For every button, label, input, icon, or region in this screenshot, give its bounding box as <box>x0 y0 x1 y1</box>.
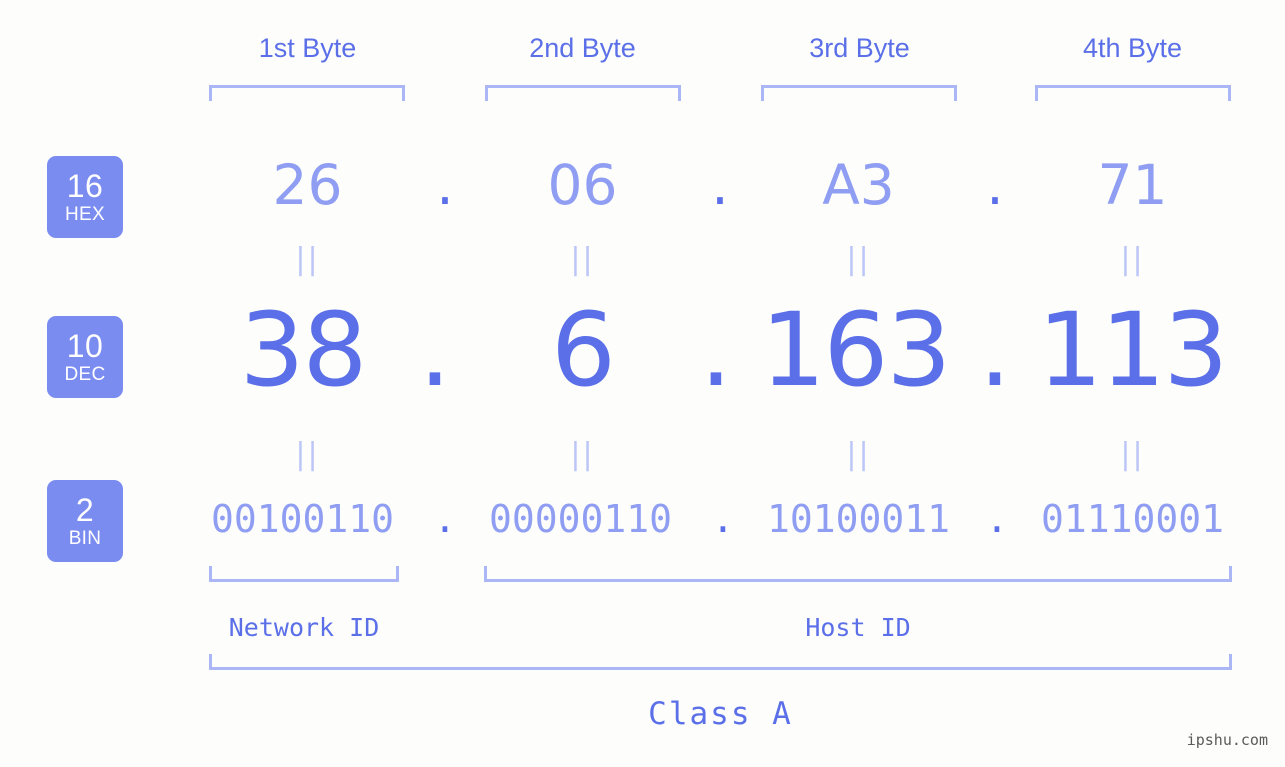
equality-mark-hex-dec-3: || <box>846 242 871 277</box>
radix-badge-dec-name: DEC <box>64 364 106 385</box>
equality-mark-hex-dec-2: || <box>570 242 595 277</box>
radix-badge-dec: 10 DEC <box>47 316 123 398</box>
dec-byte-1: 38 <box>239 291 368 410</box>
class-label: Class A <box>648 696 793 732</box>
equality-mark-dec-bin-1: || <box>295 437 320 472</box>
byte-bracket-3 <box>761 85 957 101</box>
hex-separator-2: . <box>711 153 729 217</box>
equality-mark-hex-dec-4: || <box>1120 242 1145 277</box>
hex-byte-2: 06 <box>547 153 618 217</box>
byte-bracket-4 <box>1035 85 1231 101</box>
bin-separator-1: . <box>433 497 457 541</box>
radix-badge-bin: 2 BIN <box>47 480 123 562</box>
dec-separator-1: . <box>418 291 452 410</box>
hex-byte-1: 26 <box>272 153 343 217</box>
radix-badge-hex-number: 16 <box>66 168 104 204</box>
equality-mark-dec-bin-4: || <box>1120 437 1145 472</box>
bin-byte-1: 00100110 <box>210 497 395 541</box>
equality-mark-dec-bin-3: || <box>846 437 871 472</box>
byte-header-3: 3rd Byte <box>809 33 910 63</box>
bin-byte-2: 00000110 <box>488 497 673 541</box>
hex-byte-3: A3 <box>822 153 895 217</box>
dec-byte-4: 113 <box>1037 291 1229 410</box>
radix-badge-hex: 16 HEX <box>47 156 123 238</box>
network-id-label: Network ID <box>228 613 380 642</box>
byte-bracket-2 <box>485 85 681 101</box>
radix-badge-hex-name: HEX <box>65 204 105 225</box>
equality-mark-dec-bin-2: || <box>570 437 595 472</box>
byte-header-2: 2nd Byte <box>529 33 636 63</box>
bin-byte-3: 10100011 <box>766 497 951 541</box>
byte-header-4: 4th Byte <box>1082 33 1183 63</box>
class-bracket <box>209 654 1232 670</box>
dec-byte-2: 6 <box>551 291 616 410</box>
bin-byte-4: 01110001 <box>1040 497 1225 541</box>
hex-separator-3: . <box>986 153 1004 217</box>
hex-byte-4: 71 <box>1097 153 1168 217</box>
byte-header-1: 1st Byte <box>258 33 357 63</box>
bin-separator-2: . <box>711 497 735 541</box>
hex-separator-1: . <box>436 153 454 217</box>
radix-badge-bin-name: BIN <box>68 528 102 549</box>
radix-badge-dec-number: 10 <box>66 328 104 364</box>
host-id-bracket <box>484 566 1232 582</box>
dec-byte-3: 163 <box>760 291 952 410</box>
host-id-label: Host ID <box>805 613 911 642</box>
dec-separator-3: . <box>978 291 1012 410</box>
byte-bracket-1 <box>209 85 405 101</box>
equality-mark-hex-dec-1: || <box>295 242 320 277</box>
network-id-bracket <box>209 566 399 582</box>
ip-breakdown-diagram: 1st Byte 2nd Byte 3rd Byte 4th Byte 16 H… <box>0 0 1285 767</box>
bin-separator-3: . <box>985 497 1009 541</box>
dec-separator-2: . <box>699 291 733 410</box>
radix-badge-bin-number: 2 <box>75 492 95 528</box>
site-watermark: ipshu.com <box>1186 731 1268 749</box>
